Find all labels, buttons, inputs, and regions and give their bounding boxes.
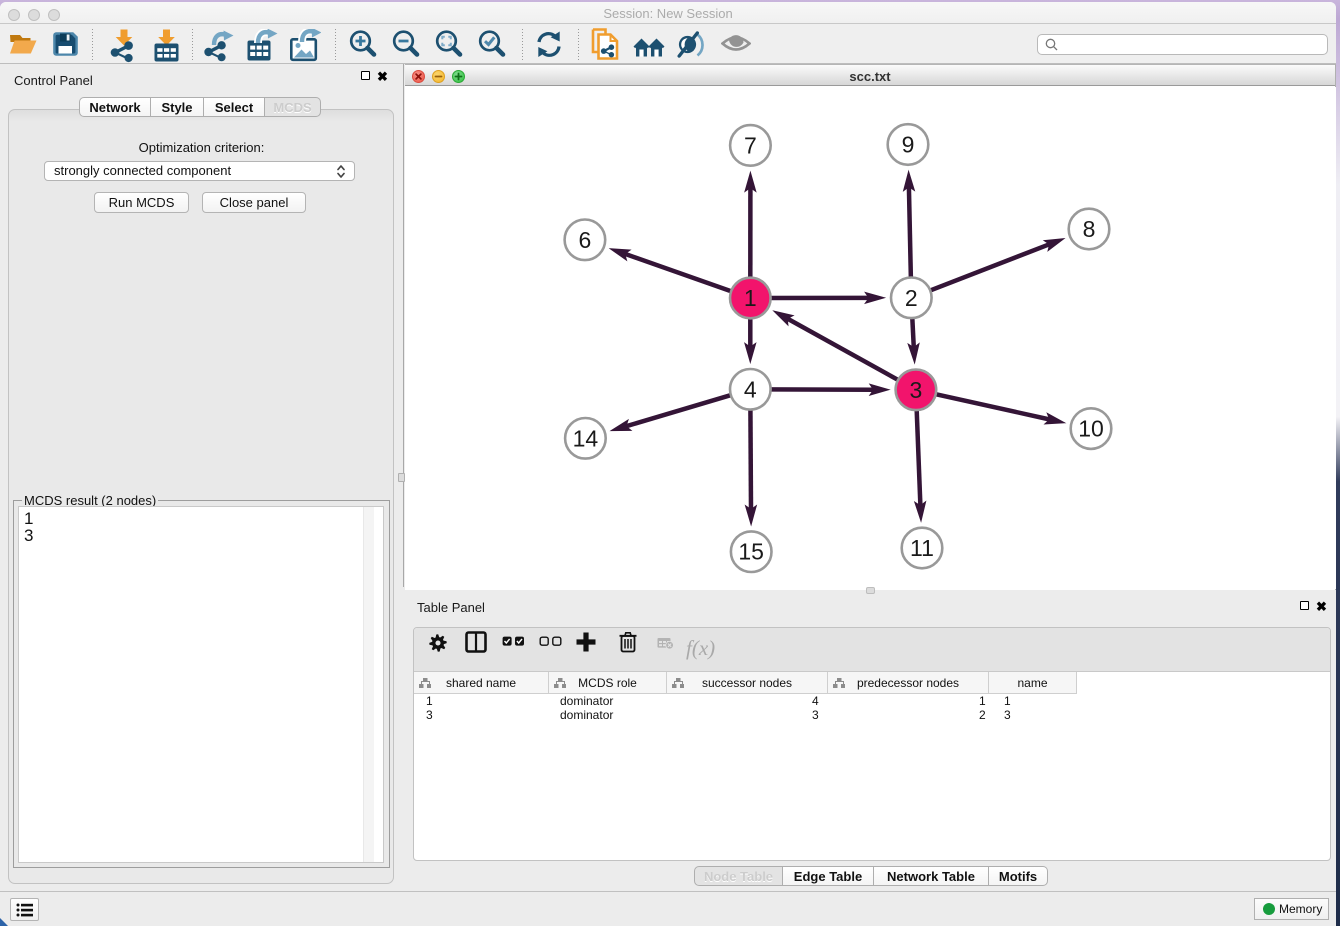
svg-text:4: 4 [744,376,757,402]
svg-text:3: 3 [910,377,923,403]
svg-text:11: 11 [910,535,934,561]
svg-text:9: 9 [902,132,915,158]
svg-text:6: 6 [579,227,592,253]
svg-text:14: 14 [573,425,599,451]
svg-text:7: 7 [744,132,757,158]
svg-text:10: 10 [1078,416,1104,442]
svg-text:8: 8 [1083,216,1096,242]
svg-text:1: 1 [744,285,757,311]
svg-text:15: 15 [738,539,764,565]
svg-text:2: 2 [905,285,918,311]
